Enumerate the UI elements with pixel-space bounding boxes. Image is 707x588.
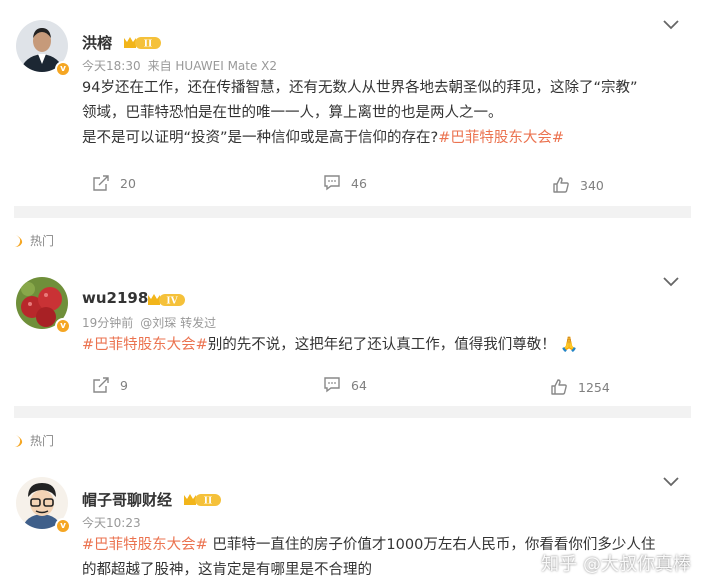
post-time[interactable]: 今天10:23	[82, 516, 141, 530]
hot-flame-icon	[15, 434, 23, 447]
comment-button[interactable]: 64	[323, 376, 367, 394]
post-meta: 今天18:30 来自 HUAWEI Mate X2	[82, 57, 284, 74]
verified-badge-icon: v	[55, 518, 71, 534]
username[interactable]: wu2198	[82, 289, 148, 307]
post-text-plain: 别的先不说，这把年纪了还认真工作，值得我们尊敬！	[207, 337, 556, 353]
svg-text:II: II	[204, 497, 212, 507]
repost-button[interactable]: 20	[92, 174, 136, 192]
hot-label-text: 热门	[30, 234, 55, 248]
level-badge-icon: II	[184, 494, 221, 507]
post-time[interactable]: 今天18:30	[82, 59, 141, 73]
repost-icon	[93, 377, 109, 393]
hot-label-text: 热门	[30, 434, 55, 448]
username[interactable]: 洪榕	[82, 32, 112, 53]
hashtag-link[interactable]: #巴菲特股东大会#	[82, 337, 208, 353]
like-icon	[553, 177, 569, 193]
post-text: 94岁还在工作，还在传播智慧，还有无数人从世界各地去朝圣似的拜见，这除了“宗教”…	[82, 76, 682, 151]
like-button[interactable]: 340	[552, 176, 604, 194]
svg-text:II: II	[144, 40, 152, 50]
post-meta: 今天10:23	[82, 514, 148, 531]
repost-source[interactable]: @刘琛 转发过	[140, 316, 216, 330]
hot-label: 热门	[14, 432, 54, 449]
level-badge-icon: IV	[148, 294, 185, 307]
chevron-down-icon[interactable]	[661, 18, 681, 32]
post-text-line: 领域，巴菲特恐怕是在世的唯一一人，算上离世的也是两人之一。	[82, 105, 503, 121]
comment-icon	[324, 175, 340, 191]
post-text-line: 94岁还在工作，还在传播智慧，还有无数人从世界各地去朝圣似的拜见，这除了“宗教”	[82, 80, 638, 96]
chevron-down-icon[interactable]	[661, 275, 681, 289]
hot-flame-icon	[15, 234, 23, 247]
like-count: 1254	[578, 379, 610, 395]
post-text-plain: 是不是可以证明“投资”是一种信仰或是高于信仰的存在?	[82, 130, 439, 146]
post-meta: 19分钟前 @刘琛 转发过	[82, 314, 223, 331]
comment-count: 46	[351, 175, 367, 191]
like-button[interactable]: 1254	[550, 378, 610, 396]
repost-count: 20	[120, 175, 136, 191]
comment-button[interactable]: 46	[323, 174, 367, 192]
post-divider	[14, 206, 691, 218]
like-icon	[551, 379, 567, 395]
comment-icon	[324, 377, 340, 393]
hashtag-link[interactable]: #巴菲特股东大会#	[438, 130, 564, 146]
pray-emoji: 🙏	[560, 337, 579, 353]
zhihu-watermark: 知乎 @大叔你真棒	[541, 554, 691, 575]
post-divider	[14, 406, 691, 418]
post-text: #巴菲特股东大会#别的先不说，这把年纪了还认真工作，值得我们尊敬！ 🙏	[82, 333, 682, 358]
svg-text:IV: IV	[166, 297, 178, 307]
verified-badge-icon: v	[55, 318, 71, 334]
post-text-line: #巴菲特股东大会#别的先不说，这把年纪了还认真工作，值得我们尊敬！ 🙏	[82, 333, 682, 358]
comment-count: 64	[351, 377, 367, 393]
post-text-line: 是不是可以证明“投资”是一种信仰或是高于信仰的存在?#巴菲特股东大会#	[82, 126, 682, 151]
like-count: 340	[580, 177, 604, 193]
repost-count: 9	[120, 377, 128, 393]
repost-button[interactable]: 9	[92, 376, 128, 394]
repost-icon	[93, 175, 109, 191]
hot-label: 热门	[14, 232, 54, 249]
weibo-post-1: v 洪榕 II 今天18:30 来自 HUAWEI Mate X2 94岁还在工作…	[0, 0, 707, 205]
weibo-post-2: v wu2198 IV 19分钟前 @刘琛 转发过 #巴菲特股东大会#别的先不说，…	[0, 255, 707, 405]
post-time[interactable]: 19分钟前	[82, 316, 133, 330]
verified-badge-icon: v	[55, 61, 71, 77]
chevron-down-icon[interactable]	[661, 475, 681, 489]
hashtag-link[interactable]: #巴菲特股东大会#	[82, 537, 208, 553]
post-source: 来自 HUAWEI Mate X2	[147, 59, 278, 73]
level-badge-icon: II	[124, 37, 161, 50]
username[interactable]: 帽子哥聊财经	[82, 489, 172, 510]
